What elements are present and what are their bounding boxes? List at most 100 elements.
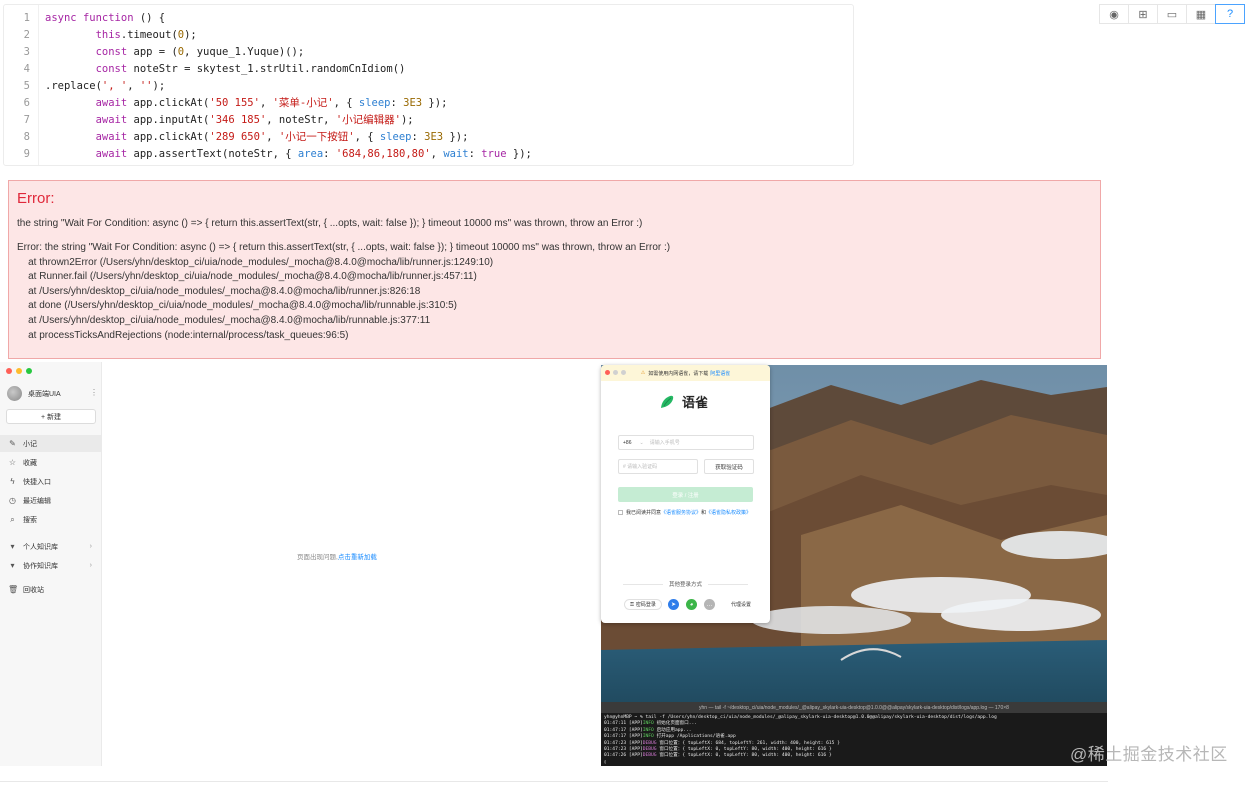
caret-down-icon: ▾ xyxy=(10,561,15,570)
avatar xyxy=(7,386,22,401)
sidebar-item-3[interactable]: ϟ 快捷入口 xyxy=(0,473,102,490)
video-icon[interactable]: ▭ xyxy=(1157,4,1187,24)
log-time: 01:47:23 [APP] xyxy=(604,740,643,746)
log-text: 启动应用app... xyxy=(653,727,692,733)
log-level: INFO xyxy=(642,734,654,740)
maximize-window-icon[interactable] xyxy=(26,368,32,374)
user-name: 桌面端UIA xyxy=(28,390,61,398)
agree-checkbox[interactable] xyxy=(618,510,623,516)
app-sidebar: 桌面端UIA ⋮ + 新建 ✎ 小记 ☆ 收藏 ϟ 快捷入口 ◷ 最近编辑 ⌕ 搜索 ▾ 个人知识库… xyxy=(0,362,102,766)
get-code-button[interactable]: 获取验证码 xyxy=(704,459,754,474)
code-text: await app.assertText(noteStr, { area: '6… xyxy=(95,148,532,160)
more-icon[interactable]: ⋮ xyxy=(90,388,98,397)
search-icon: ⌕ xyxy=(10,514,15,524)
empty-text: 页面出现问题, xyxy=(297,554,338,561)
sidebar-group-1[interactable]: ▾ 个人知识库 › xyxy=(0,538,102,555)
sidebar-item-4[interactable]: ◷ 最近编辑 xyxy=(0,492,102,509)
error-stack: Error: the string "Wait For Condition: a… xyxy=(17,242,671,341)
password-login-button[interactable]: ⚿ 密码登录 xyxy=(624,599,662,610)
wechat-login-icon[interactable]: ◕ xyxy=(686,599,697,610)
log-text: 初始化页面窗口... xyxy=(653,721,698,727)
error-message: the string "Wait For Condition: async ()… xyxy=(17,218,643,229)
divider xyxy=(0,781,1108,782)
pen-icon: ✎ xyxy=(9,439,16,448)
log-level: DEBUG xyxy=(642,747,657,753)
sidebar-item-2[interactable]: ☆ 收藏 xyxy=(0,454,102,471)
code-placeholder: # 请输入验证码 xyxy=(623,464,658,470)
more-login-icon[interactable]: … xyxy=(704,599,715,610)
eye-icon[interactable]: ◉ xyxy=(1099,4,1129,24)
login-button[interactable]: 登录 / 注册 xyxy=(618,487,753,502)
line-number: 7 xyxy=(23,114,30,126)
code-text: this.timeout(0); xyxy=(95,29,197,41)
close-window-icon[interactable] xyxy=(6,368,12,374)
line-number: 2 xyxy=(23,29,30,41)
code-text: .replace(', ', ''); xyxy=(45,80,166,92)
sidebar-group-2[interactable]: ▾ 协作知识库 › xyxy=(0,557,102,574)
code-text: await app.clickAt('50 155', '菜单-小记', { s… xyxy=(95,97,448,109)
log-time: 01:47:17 [APP] xyxy=(604,734,643,740)
reload-link[interactable]: 点击重新加载 xyxy=(338,554,377,561)
log-time: 01:47:26 [APP] xyxy=(604,753,643,759)
login-window-controls xyxy=(605,370,626,375)
line-number: 8 xyxy=(23,131,30,143)
privacy-link[interactable]: 《语雀隐私权政策》 xyxy=(706,510,751,516)
clock-icon: ◷ xyxy=(9,496,16,505)
chevron-down-icon: ⌄ xyxy=(639,439,644,446)
sidebar-item-label: 收藏 xyxy=(23,459,37,467)
sidebar-group-label: 个人知识库 xyxy=(23,543,58,551)
other-login-methods: 其他登录方式 xyxy=(601,580,770,588)
code-text: async function () { xyxy=(45,12,166,24)
tos-link[interactable]: 《语雀服务协议》 xyxy=(661,510,701,516)
bolt-icon: ϟ xyxy=(10,477,15,486)
sidebar-group-label: 协作知识库 xyxy=(23,562,58,570)
code-text: const app = (0, yuque_1.Yuque)(); xyxy=(95,46,305,58)
log-text: 窗口位置：{ topLeftX: 684, topLeftY: 261, wid… xyxy=(656,740,840,746)
banner-text: 如需使用内网语雀，请下载 xyxy=(648,370,709,377)
log-level: DEBUG xyxy=(642,740,657,746)
proxy-settings-link[interactable]: 代理设置 xyxy=(731,601,751,608)
terminal-window: yhn — tail -f ~/desktop_ci/uia/node_modu… xyxy=(601,702,1107,766)
code-text: const noteStr = skytest_1.strUtil.random… xyxy=(95,63,406,75)
caret-down-icon: ▾ xyxy=(10,542,15,551)
sidebar-item-label: 搜索 xyxy=(23,516,37,524)
phone-input[interactable]: +86 ⌄ 请输入手机号 xyxy=(618,435,754,450)
view-toolbar: ◉ ⊞ ▭ ▦? xyxy=(1099,4,1245,24)
sidebar-item-5[interactable]: ⌕ 搜索 xyxy=(0,511,102,528)
minimize-window-icon[interactable] xyxy=(613,370,618,375)
line-number: 6 xyxy=(23,97,30,109)
verification-code-input[interactable]: # 请输入验证码 xyxy=(618,459,698,474)
brand-logo: 语雀 xyxy=(658,392,708,411)
brand-name: 语雀 xyxy=(682,395,709,410)
country-code-select[interactable]: +86 xyxy=(623,440,631,446)
code-gutter xyxy=(38,5,39,165)
test-screenshot: 桌面端UIA ⋮ + 新建 ✎ 小记 ☆ 收藏 ϟ 快捷入口 ◷ 最近编辑 ⌕ 搜索 ▾ 个人知识库… xyxy=(0,362,1108,766)
chevron-right-icon: › xyxy=(89,562,92,569)
sidebar-item-trash[interactable]: 🗑 回收站 xyxy=(0,581,102,598)
line-number: 9 xyxy=(23,148,30,160)
user-profile[interactable]: 桌面端UIA xyxy=(7,386,61,401)
close-window-icon[interactable] xyxy=(605,370,610,375)
maximize-window-icon[interactable] xyxy=(621,370,626,375)
help-icon[interactable]: ? xyxy=(1215,4,1245,24)
error-reload-text: 页面出现问题,点击重新加载 xyxy=(297,551,377,561)
table-icon[interactable]: ▦ xyxy=(1186,4,1216,24)
login-window: ⚠ 如需使用内网语雀，请下载 阿里语雀 语雀 +86 ⌄ 请输入手机号 # 请输… xyxy=(601,365,770,623)
hierarchy-icon[interactable]: ⊞ xyxy=(1128,4,1158,24)
code-text: await app.inputAt('346 185', noteStr, '小… xyxy=(95,114,414,126)
log-level: DEBUG xyxy=(642,753,657,759)
error-panel: Error: the string "Wait For Condition: a… xyxy=(8,180,1101,359)
minimize-window-icon[interactable] xyxy=(16,368,22,374)
sidebar-item-label: 回收站 xyxy=(23,586,44,594)
sidebar-item-1[interactable]: ✎ 小记 xyxy=(0,435,102,452)
phone-placeholder: 请输入手机号 xyxy=(649,440,680,446)
line-number: 4 xyxy=(23,63,30,75)
dingtalk-login-icon[interactable]: ➤ xyxy=(668,599,679,610)
new-button[interactable]: + 新建 xyxy=(6,409,96,424)
main-content xyxy=(102,362,602,766)
terminal-title: yhn — tail -f ~/desktop_ci/uia/node_modu… xyxy=(601,702,1107,713)
log-level: INFO xyxy=(642,721,654,727)
warning-icon: ⚠ xyxy=(640,370,646,376)
line-number: 1 xyxy=(23,12,30,24)
banner-download-link[interactable]: 阿里语雀 xyxy=(710,370,730,377)
